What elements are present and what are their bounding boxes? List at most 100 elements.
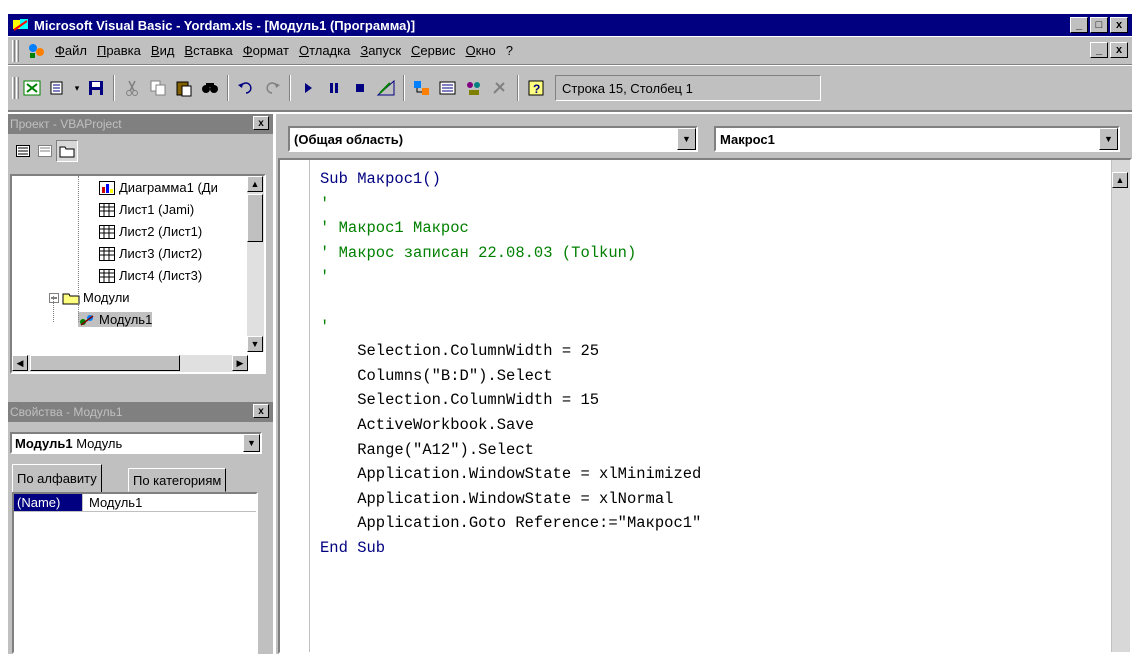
scroll-up-button[interactable]: ▲ bbox=[1112, 172, 1128, 188]
menu-grip[interactable] bbox=[12, 39, 15, 62]
project-toolbar bbox=[8, 134, 273, 168]
code-line[interactable]: Sub Макрос1() bbox=[320, 170, 441, 188]
maximize-button[interactable]: □ bbox=[1090, 17, 1108, 33]
procedure-combo[interactable]: Макрос1 ▼ bbox=[714, 126, 1120, 152]
properties-close-button[interactable]: x bbox=[253, 404, 269, 418]
code-line[interactable]: Selection.ColumnWidth = 15 bbox=[320, 391, 599, 409]
code-line[interactable]: ' bbox=[320, 195, 329, 213]
tab-alphabetic[interactable]: По алфавиту bbox=[12, 464, 102, 492]
chart-icon bbox=[98, 180, 116, 195]
code-margin[interactable] bbox=[280, 160, 310, 652]
menu-view[interactable]: Вид bbox=[146, 43, 180, 58]
property-value[interactable]: Модуль1 bbox=[82, 494, 142, 511]
menu-edit[interactable]: Правка bbox=[92, 43, 146, 58]
code-line[interactable]: Range("A12").Select bbox=[320, 441, 534, 459]
project-close-button[interactable]: x bbox=[253, 116, 269, 130]
properties-caption: Свойства - Модуль1 x bbox=[8, 402, 273, 422]
run-icon[interactable] bbox=[296, 76, 320, 100]
scroll-left-button[interactable]: ◀ bbox=[12, 355, 28, 371]
code-line[interactable]: ' bbox=[320, 268, 329, 286]
insert-dropdown-icon[interactable]: ▾ bbox=[72, 76, 82, 100]
code-line[interactable]: ' bbox=[320, 318, 329, 336]
find-icon[interactable] bbox=[198, 76, 222, 100]
cut-icon[interactable] bbox=[120, 76, 144, 100]
properties-window-icon[interactable] bbox=[436, 76, 460, 100]
properties-object-select[interactable]: Модуль1 Модуль ▼ bbox=[10, 432, 262, 454]
tab-categorized[interactable]: По категориям bbox=[128, 468, 227, 492]
svg-text:?: ? bbox=[533, 82, 540, 96]
scroll-up-button[interactable]: ▲ bbox=[247, 176, 263, 192]
code-line[interactable]: End Sub bbox=[320, 539, 385, 557]
code-line[interactable]: ActiveWorkbook.Save bbox=[320, 416, 534, 434]
reset-icon[interactable] bbox=[348, 76, 372, 100]
tree-item-sheet1[interactable]: Лист1 (Jami) bbox=[98, 202, 194, 217]
tree-item-sheet3[interactable]: Лист3 (Лист2) bbox=[98, 246, 202, 261]
toolbar-grip[interactable] bbox=[12, 77, 15, 99]
title-bar: Microsoft Visual Basic - Yordam.xls - [М… bbox=[8, 14, 1132, 36]
tree-item-chart[interactable]: Диаграмма1 (Ди bbox=[98, 180, 218, 195]
left-panels: Проект - VBAProject x Диаграмма1 (Ди Лис… bbox=[8, 114, 273, 654]
chevron-down-icon[interactable]: ▼ bbox=[677, 128, 696, 150]
tree-vertical-scrollbar[interactable]: ▲ ▼ bbox=[247, 176, 264, 352]
object-combo[interactable]: (Общая область) ▼ bbox=[288, 126, 698, 152]
scroll-down-button[interactable]: ▼ bbox=[247, 336, 263, 352]
scroll-right-button[interactable]: ▶ bbox=[232, 355, 248, 371]
help-icon[interactable]: ? bbox=[524, 76, 548, 100]
minimize-button[interactable]: _ bbox=[1070, 17, 1088, 33]
module-icon bbox=[78, 313, 96, 327]
scroll-thumb[interactable] bbox=[30, 355, 180, 371]
scroll-thumb[interactable] bbox=[247, 194, 263, 242]
tree-item-sheet2[interactable]: Лист2 (Лист1) bbox=[98, 224, 202, 239]
code-line[interactable]: Application.WindowState = xlMinimized bbox=[320, 465, 701, 483]
code-line[interactable]: ' Макрос1 Макрос bbox=[320, 219, 469, 237]
property-row[interactable]: (Name) Модуль1 bbox=[14, 494, 256, 512]
tree-line bbox=[53, 296, 54, 322]
code-editor[interactable]: Sub Макрос1() ' ' Макрос1 Макрос ' Макрос з… bbox=[278, 158, 1132, 654]
menu-format[interactable]: Формат bbox=[238, 43, 294, 58]
undo-icon[interactable] bbox=[234, 76, 258, 100]
procedure-combo-value: Макрос1 bbox=[720, 131, 775, 147]
tree-horizontal-scrollbar[interactable]: ◀ ▶ bbox=[12, 355, 248, 372]
code-line[interactable]: Selection.ColumnWidth = 25 bbox=[320, 342, 599, 360]
toolbar-separator bbox=[403, 75, 405, 101]
chevron-down-icon[interactable]: ▼ bbox=[1099, 128, 1118, 150]
redo-icon[interactable] bbox=[260, 76, 284, 100]
code-vertical-scrollbar[interactable]: ▲ bbox=[1111, 160, 1130, 652]
tree-item-sheet4[interactable]: Лист4 (Лист3) bbox=[98, 268, 202, 283]
project-explorer-icon[interactable] bbox=[410, 76, 434, 100]
code-line[interactable]: Application.Goto Reference:="Макрос1" bbox=[320, 514, 701, 532]
tree-item-modules[interactable]: Модули bbox=[48, 290, 130, 305]
toolbar-separator bbox=[517, 75, 519, 101]
view-excel-icon[interactable] bbox=[20, 76, 44, 100]
paste-icon[interactable] bbox=[172, 76, 196, 100]
tree-item-label: Лист3 (Лист2) bbox=[119, 246, 203, 261]
object-name: Модуль1 bbox=[15, 435, 73, 451]
menu-debug[interactable]: Отладка bbox=[294, 43, 355, 58]
vb-menu-icon[interactable] bbox=[25, 39, 49, 63]
code-line[interactable]: Columns("B:D").Select bbox=[320, 367, 552, 385]
standard-toolbar: ▾ ? Строка 15, Столбец 1 bbox=[8, 66, 1132, 112]
child-minimize-button[interactable]: _ bbox=[1090, 42, 1108, 58]
toolbox-icon[interactable] bbox=[488, 76, 512, 100]
menu-file[interactable]: Файл bbox=[50, 43, 92, 58]
view-object-icon[interactable] bbox=[34, 140, 56, 162]
menu-help[interactable]: ? bbox=[501, 43, 518, 58]
close-button[interactable]: x bbox=[1110, 17, 1128, 33]
child-close-button[interactable]: x bbox=[1110, 42, 1128, 58]
design-mode-icon[interactable] bbox=[374, 76, 398, 100]
tree-item-module1[interactable]: Модуль1 bbox=[78, 312, 153, 327]
toggle-folders-icon[interactable] bbox=[56, 140, 78, 162]
code-line[interactable]: ' Макрос записан 22.08.03 (Tolkun) bbox=[320, 244, 636, 262]
copy-icon[interactable] bbox=[146, 76, 170, 100]
menu-tools[interactable]: Сервис bbox=[406, 43, 461, 58]
view-code-icon[interactable] bbox=[12, 140, 34, 162]
menu-insert[interactable]: Вставка bbox=[179, 43, 237, 58]
menu-run[interactable]: Запуск bbox=[355, 43, 406, 58]
object-browser-icon[interactable] bbox=[462, 76, 486, 100]
insert-module-icon[interactable] bbox=[46, 76, 70, 100]
chevron-down-icon[interactable]: ▼ bbox=[243, 434, 260, 452]
menu-window[interactable]: Окно bbox=[461, 43, 501, 58]
save-icon[interactable] bbox=[84, 76, 108, 100]
break-icon[interactable] bbox=[322, 76, 346, 100]
code-line[interactable]: Application.WindowState = xlNormal bbox=[320, 490, 673, 508]
